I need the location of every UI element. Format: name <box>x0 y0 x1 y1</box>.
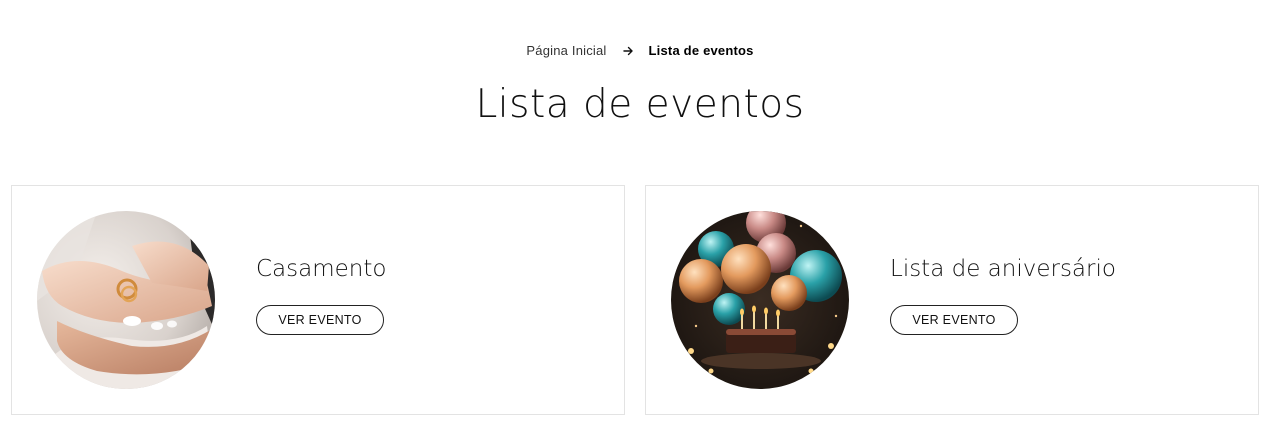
event-card-title: Casamento <box>256 256 387 282</box>
view-event-button[interactable]: VER EVENTO <box>256 305 384 335</box>
wedding-rings-photo[interactable] <box>37 211 215 389</box>
breadcrumb-home-link[interactable]: Página Inicial <box>526 43 606 58</box>
view-event-button[interactable]: VER EVENTO <box>890 305 1018 335</box>
page-title: Lista de eventos <box>475 82 805 127</box>
arrow-right-icon <box>622 46 633 56</box>
event-card-title: Lista de aniversário <box>890 256 1116 282</box>
event-card-casamento: Casamento VER EVENTO <box>11 185 625 415</box>
event-cards: Casamento VER EVENTO Lista de aniversári… <box>11 185 1259 415</box>
breadcrumb-current: Lista de eventos <box>648 43 754 58</box>
event-list-page: Página Inicial Lista de eventos Lista de… <box>0 0 1280 439</box>
birthday-balloons-photo[interactable] <box>671 211 849 389</box>
breadcrumb: Página Inicial Lista de eventos <box>0 43 1280 58</box>
event-card-aniversario: Lista de aniversário VER EVENTO <box>645 185 1259 415</box>
